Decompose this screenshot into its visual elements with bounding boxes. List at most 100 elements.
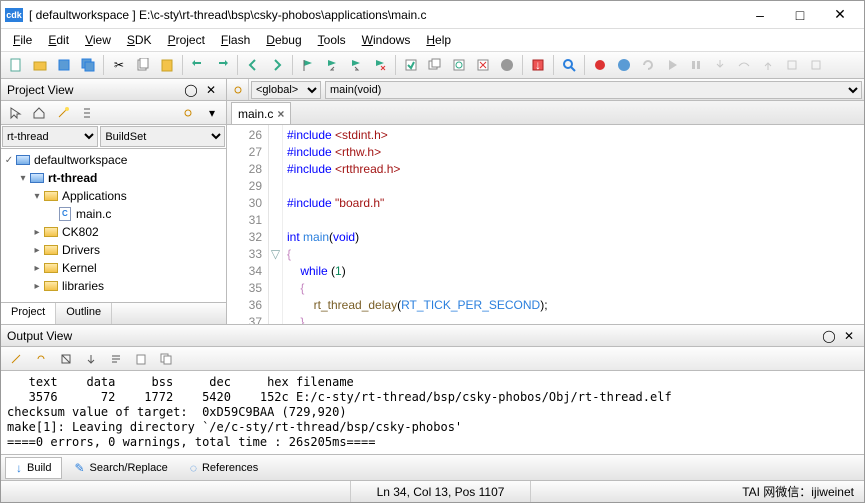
tree-node[interactable]: ▾Applications: [3, 187, 224, 205]
menu-sdk[interactable]: SDK: [119, 31, 160, 49]
panel-restore-icon[interactable]: ◯: [182, 81, 200, 99]
project-view-tabs: ProjectOutline: [1, 302, 226, 324]
nav-cursor-icon[interactable]: [5, 103, 25, 123]
project-tree[interactable]: ✓defaultworkspace▾rt-thread▾Applications…: [1, 149, 226, 302]
output-restore-icon[interactable]: ◯: [820, 327, 838, 345]
menu-windows[interactable]: Windows: [354, 31, 419, 49]
output-close-icon[interactable]: ✕: [840, 327, 858, 345]
menu-chevron-icon[interactable]: ▾: [202, 103, 222, 123]
code-editor[interactable]: 26272829303132333435363738 ▽ △ #include …: [227, 125, 864, 324]
bottom-tab-references[interactable]: ◌References: [180, 458, 268, 478]
save-icon[interactable]: [53, 54, 75, 76]
bottom-tab-build[interactable]: ↓Build: [5, 457, 62, 479]
menu-tools[interactable]: Tools: [310, 31, 354, 49]
out-copyall-icon[interactable]: [155, 348, 177, 370]
line-gutter: 26272829303132333435363738: [227, 125, 269, 324]
left-tab-project[interactable]: Project: [1, 303, 56, 324]
fold-gutter[interactable]: ▽ △: [269, 125, 283, 324]
download-icon[interactable]: ↓: [527, 54, 549, 76]
redo-icon[interactable]: [211, 54, 233, 76]
svg-text:↓: ↓: [535, 58, 541, 72]
pause-icon[interactable]: [685, 54, 707, 76]
output-view-panel: Output View ◯ ✕ text data bss dec hex fi…: [1, 324, 864, 480]
out-link-icon[interactable]: [30, 348, 52, 370]
collapse-icon[interactable]: [77, 103, 97, 123]
menu-file[interactable]: File: [5, 31, 40, 49]
project-view-panel: Project View ◯ ✕ ▾ rt-thread BuildSet ✓d…: [1, 79, 227, 324]
editor-area: <global> main(void) main.c × 26272829303…: [227, 79, 864, 324]
step-over-icon[interactable]: [733, 54, 755, 76]
close-tab-icon[interactable]: ×: [277, 107, 284, 121]
tree-node[interactable]: ▾rt-thread: [3, 169, 224, 187]
tree-node[interactable]: main.c: [3, 205, 224, 223]
menu-view[interactable]: View: [77, 31, 119, 49]
menu-edit[interactable]: Edit: [40, 31, 77, 49]
new-file-icon[interactable]: [5, 54, 27, 76]
back-icon[interactable]: [242, 54, 264, 76]
out-wrap-icon[interactable]: [105, 348, 127, 370]
undo-icon[interactable]: [187, 54, 209, 76]
project-view-title: Project View: [7, 83, 73, 97]
forward-icon[interactable]: [266, 54, 288, 76]
menu-help[interactable]: Help: [418, 31, 459, 49]
minimize-button[interactable]: –: [740, 1, 780, 29]
wand-icon[interactable]: [53, 103, 73, 123]
stop-build-icon[interactable]: [496, 54, 518, 76]
record-icon[interactable]: [589, 54, 611, 76]
scope-func-combo[interactable]: main(void): [325, 81, 862, 99]
build-all-icon[interactable]: [424, 54, 446, 76]
tree-node[interactable]: ▸CK802: [3, 223, 224, 241]
run-icon[interactable]: [661, 54, 683, 76]
project-combo[interactable]: rt-thread: [2, 126, 98, 147]
menu-flash[interactable]: Flash: [213, 31, 258, 49]
title-bar: cdk [ defaultworkspace ] E:\c-sty\rt-thr…: [1, 1, 864, 29]
stop-icon[interactable]: [613, 54, 635, 76]
step-into-icon[interactable]: [709, 54, 731, 76]
step-instr-icon[interactable]: [781, 54, 803, 76]
scope-bar: <global> main(void): [227, 79, 864, 101]
maximize-button[interactable]: □: [780, 1, 820, 29]
flag-green-icon[interactable]: [297, 54, 319, 76]
step-out-icon[interactable]: [757, 54, 779, 76]
cut-icon[interactable]: ✂: [108, 54, 130, 76]
menu-project[interactable]: Project: [160, 31, 213, 49]
step-next-icon[interactable]: [805, 54, 827, 76]
scope-link-icon[interactable]: [227, 79, 249, 100]
panel-close-icon[interactable]: ✕: [202, 81, 220, 99]
out-copy-icon[interactable]: [130, 348, 152, 370]
link-editor-icon[interactable]: [178, 103, 198, 123]
tree-node[interactable]: ✓defaultworkspace: [3, 151, 224, 169]
tree-node[interactable]: ▸Kernel: [3, 259, 224, 277]
tree-node[interactable]: ▸libraries: [3, 277, 224, 295]
left-tab-outline[interactable]: Outline: [56, 303, 112, 324]
home-icon[interactable]: [29, 103, 49, 123]
flag-next-icon[interactable]: [345, 54, 367, 76]
config-combo[interactable]: BuildSet: [100, 126, 225, 147]
search-icon[interactable]: [558, 54, 580, 76]
code-content[interactable]: #include <stdint.h>#include <rthw.h>#inc…: [283, 125, 864, 324]
open-icon[interactable]: [29, 54, 51, 76]
editor-tab-main-c[interactable]: main.c ×: [231, 102, 291, 124]
project-view-toolbar: ▾: [1, 101, 226, 125]
menu-debug[interactable]: Debug: [258, 31, 309, 49]
flag-prev-icon[interactable]: [321, 54, 343, 76]
status-position: Ln 34, Col 13, Pos 1107: [351, 481, 531, 502]
clean-icon[interactable]: [472, 54, 494, 76]
editor-tab-label: main.c: [238, 107, 273, 121]
close-button[interactable]: ✕: [820, 1, 860, 29]
rebuild-icon[interactable]: [448, 54, 470, 76]
paste-icon[interactable]: [156, 54, 178, 76]
reset-icon[interactable]: [637, 54, 659, 76]
tree-node[interactable]: ▸Drivers: [3, 241, 224, 259]
output-bottom-tabs: ↓Build✎Search/Replace◌References: [1, 454, 864, 480]
save-all-icon[interactable]: [77, 54, 99, 76]
out-wand-icon[interactable]: [5, 348, 27, 370]
copy-icon[interactable]: [132, 54, 154, 76]
build-icon[interactable]: [400, 54, 422, 76]
out-scroll-icon[interactable]: [80, 348, 102, 370]
bottom-tab-search-replace[interactable]: ✎Search/Replace: [64, 458, 177, 478]
output-text[interactable]: text data bss dec hex filename 3576 72 1…: [1, 371, 864, 454]
flag-clear-icon[interactable]: [369, 54, 391, 76]
out-clear-icon[interactable]: [55, 348, 77, 370]
scope-global-combo[interactable]: <global>: [251, 81, 321, 99]
